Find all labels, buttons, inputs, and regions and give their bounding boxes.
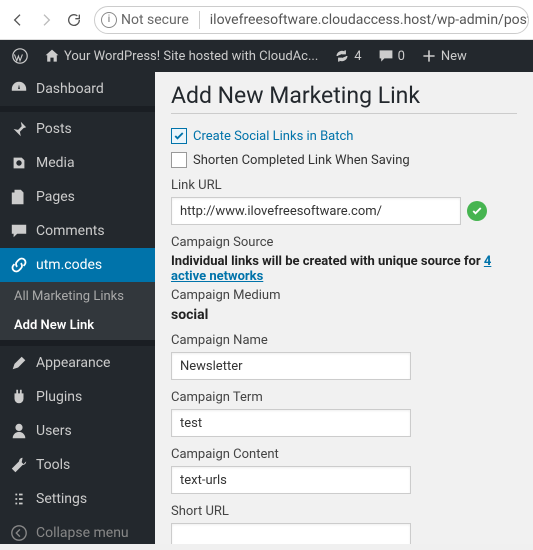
campaign-content-input[interactable] [171,466,411,494]
sidebar-item-label: Comments [36,223,105,239]
page-title: Add New Marketing Link [171,82,517,109]
short-url-input[interactable] [171,523,411,544]
sidebar-item-label: Media [36,155,75,171]
settings-icon [10,490,28,508]
dashboard-icon [10,80,28,98]
new-content-link[interactable]: New [415,40,473,72]
sidebar-item-media[interactable]: Media [0,146,155,180]
valid-icon [467,201,487,221]
sidebar-item-posts[interactable]: Posts [0,112,155,146]
campaign-source-label: Campaign Source [171,235,517,250]
pin-icon [10,120,28,138]
tools-icon [10,456,28,474]
link-url-input[interactable] [171,197,461,225]
sidebar-item-tools[interactable]: Tools [0,448,155,482]
checkbox-empty-icon [171,152,187,168]
campaign-content-label: Campaign Content [171,447,517,462]
submenu-add-new-link[interactable]: Add New Link [0,311,155,340]
sidebar-item-label: Posts [36,121,72,137]
campaign-source-note: Individual links will be created with un… [171,254,517,284]
submenu-all-links[interactable]: All Marketing Links [0,282,155,311]
campaign-term-input[interactable] [171,409,411,437]
checkbox-checked-icon [171,128,187,144]
new-label: New [441,49,467,64]
comments-count: 0 [398,49,405,64]
security-status: Not secure [121,12,189,28]
address-bar[interactable]: i Not secure ilovefreesoftware.cloudacce… [94,6,529,34]
checkbox-batch[interactable]: Create Social Links in Batch [171,128,517,144]
campaign-medium-label: Campaign Medium [171,288,517,303]
main-content: Add New Marketing Link Create Social Lin… [155,72,533,544]
title-rule [171,113,517,114]
updates-link[interactable]: 4 [328,40,367,72]
home-icon [44,48,60,64]
collapse-icon [10,524,28,542]
campaign-medium-value: social [171,307,517,323]
sidebar-item-plugins[interactable]: Plugins [0,380,155,414]
sidebar-item-utmcodes[interactable]: utm.codes [0,248,155,282]
sidebar-item-dashboard[interactable]: Dashboard [0,72,155,106]
sidebar-item-pages[interactable]: Pages [0,180,155,214]
back-button[interactable] [4,6,32,34]
sidebar-item-comments[interactable]: Comments [0,214,155,248]
site-name: Your WordPress! Site hosted with CloudAc… [64,49,318,64]
sidebar-item-label: Tools [36,457,70,473]
appearance-icon [10,354,28,372]
pages-icon [10,188,28,206]
updates-icon [334,48,350,64]
short-url-label: Short URL [171,504,517,519]
campaign-term-label: Campaign Term [171,390,517,405]
divider [199,11,200,29]
checkbox-shorten-label: Shorten Completed Link When Saving [193,153,410,168]
url-text: ilovefreesoftware.cloudaccess.host/wp-ad… [210,12,529,28]
sidebar-item-label: Users [36,423,72,439]
sidebar-collapse[interactable]: Collapse menu [0,516,155,550]
plugin-icon [10,388,28,406]
sidebar-submenu-utmcodes: All Marketing Links Add New Link [0,282,155,340]
browser-toolbar: i Not secure ilovefreesoftware.cloudacce… [0,0,533,40]
sidebar-item-label: Pages [36,189,75,205]
source-note-text: Individual links will be created with un… [171,254,484,269]
site-home-link[interactable]: Your WordPress! Site hosted with CloudAc… [38,40,324,72]
sidebar-item-label: Collapse menu [36,525,129,541]
users-icon [10,422,28,440]
plus-icon [421,48,437,64]
checkbox-batch-label: Create Social Links in Batch [193,129,353,144]
link-url-label: Link URL [171,178,517,193]
sidebar-item-settings[interactable]: Settings [0,482,155,516]
admin-sidebar: Dashboard Posts Media Pages Comments utm… [0,72,155,544]
comments-icon [10,222,28,240]
campaign-name-label: Campaign Name [171,333,517,348]
sidebar-item-users[interactable]: Users [0,414,155,448]
comment-icon [378,48,394,64]
updates-count: 4 [354,49,361,64]
wp-admin-bar: Your WordPress! Site hosted with CloudAc… [0,40,533,72]
sidebar-item-label: Appearance [36,355,110,371]
sidebar-item-label: Dashboard [36,81,104,97]
info-icon: i [101,12,117,28]
checkbox-shorten[interactable]: Shorten Completed Link When Saving [171,152,517,168]
wp-logo[interactable] [6,40,34,72]
campaign-name-input[interactable] [171,352,411,380]
comments-link[interactable]: 0 [372,40,411,72]
forward-button[interactable] [32,6,60,34]
sidebar-item-label: Plugins [36,389,82,405]
sidebar-item-label: Settings [36,491,87,507]
reload-button[interactable] [60,6,88,34]
link-icon [10,256,28,274]
sidebar-item-appearance[interactable]: Appearance [0,346,155,380]
sidebar-item-label: utm.codes [36,257,102,273]
media-icon [10,154,28,172]
